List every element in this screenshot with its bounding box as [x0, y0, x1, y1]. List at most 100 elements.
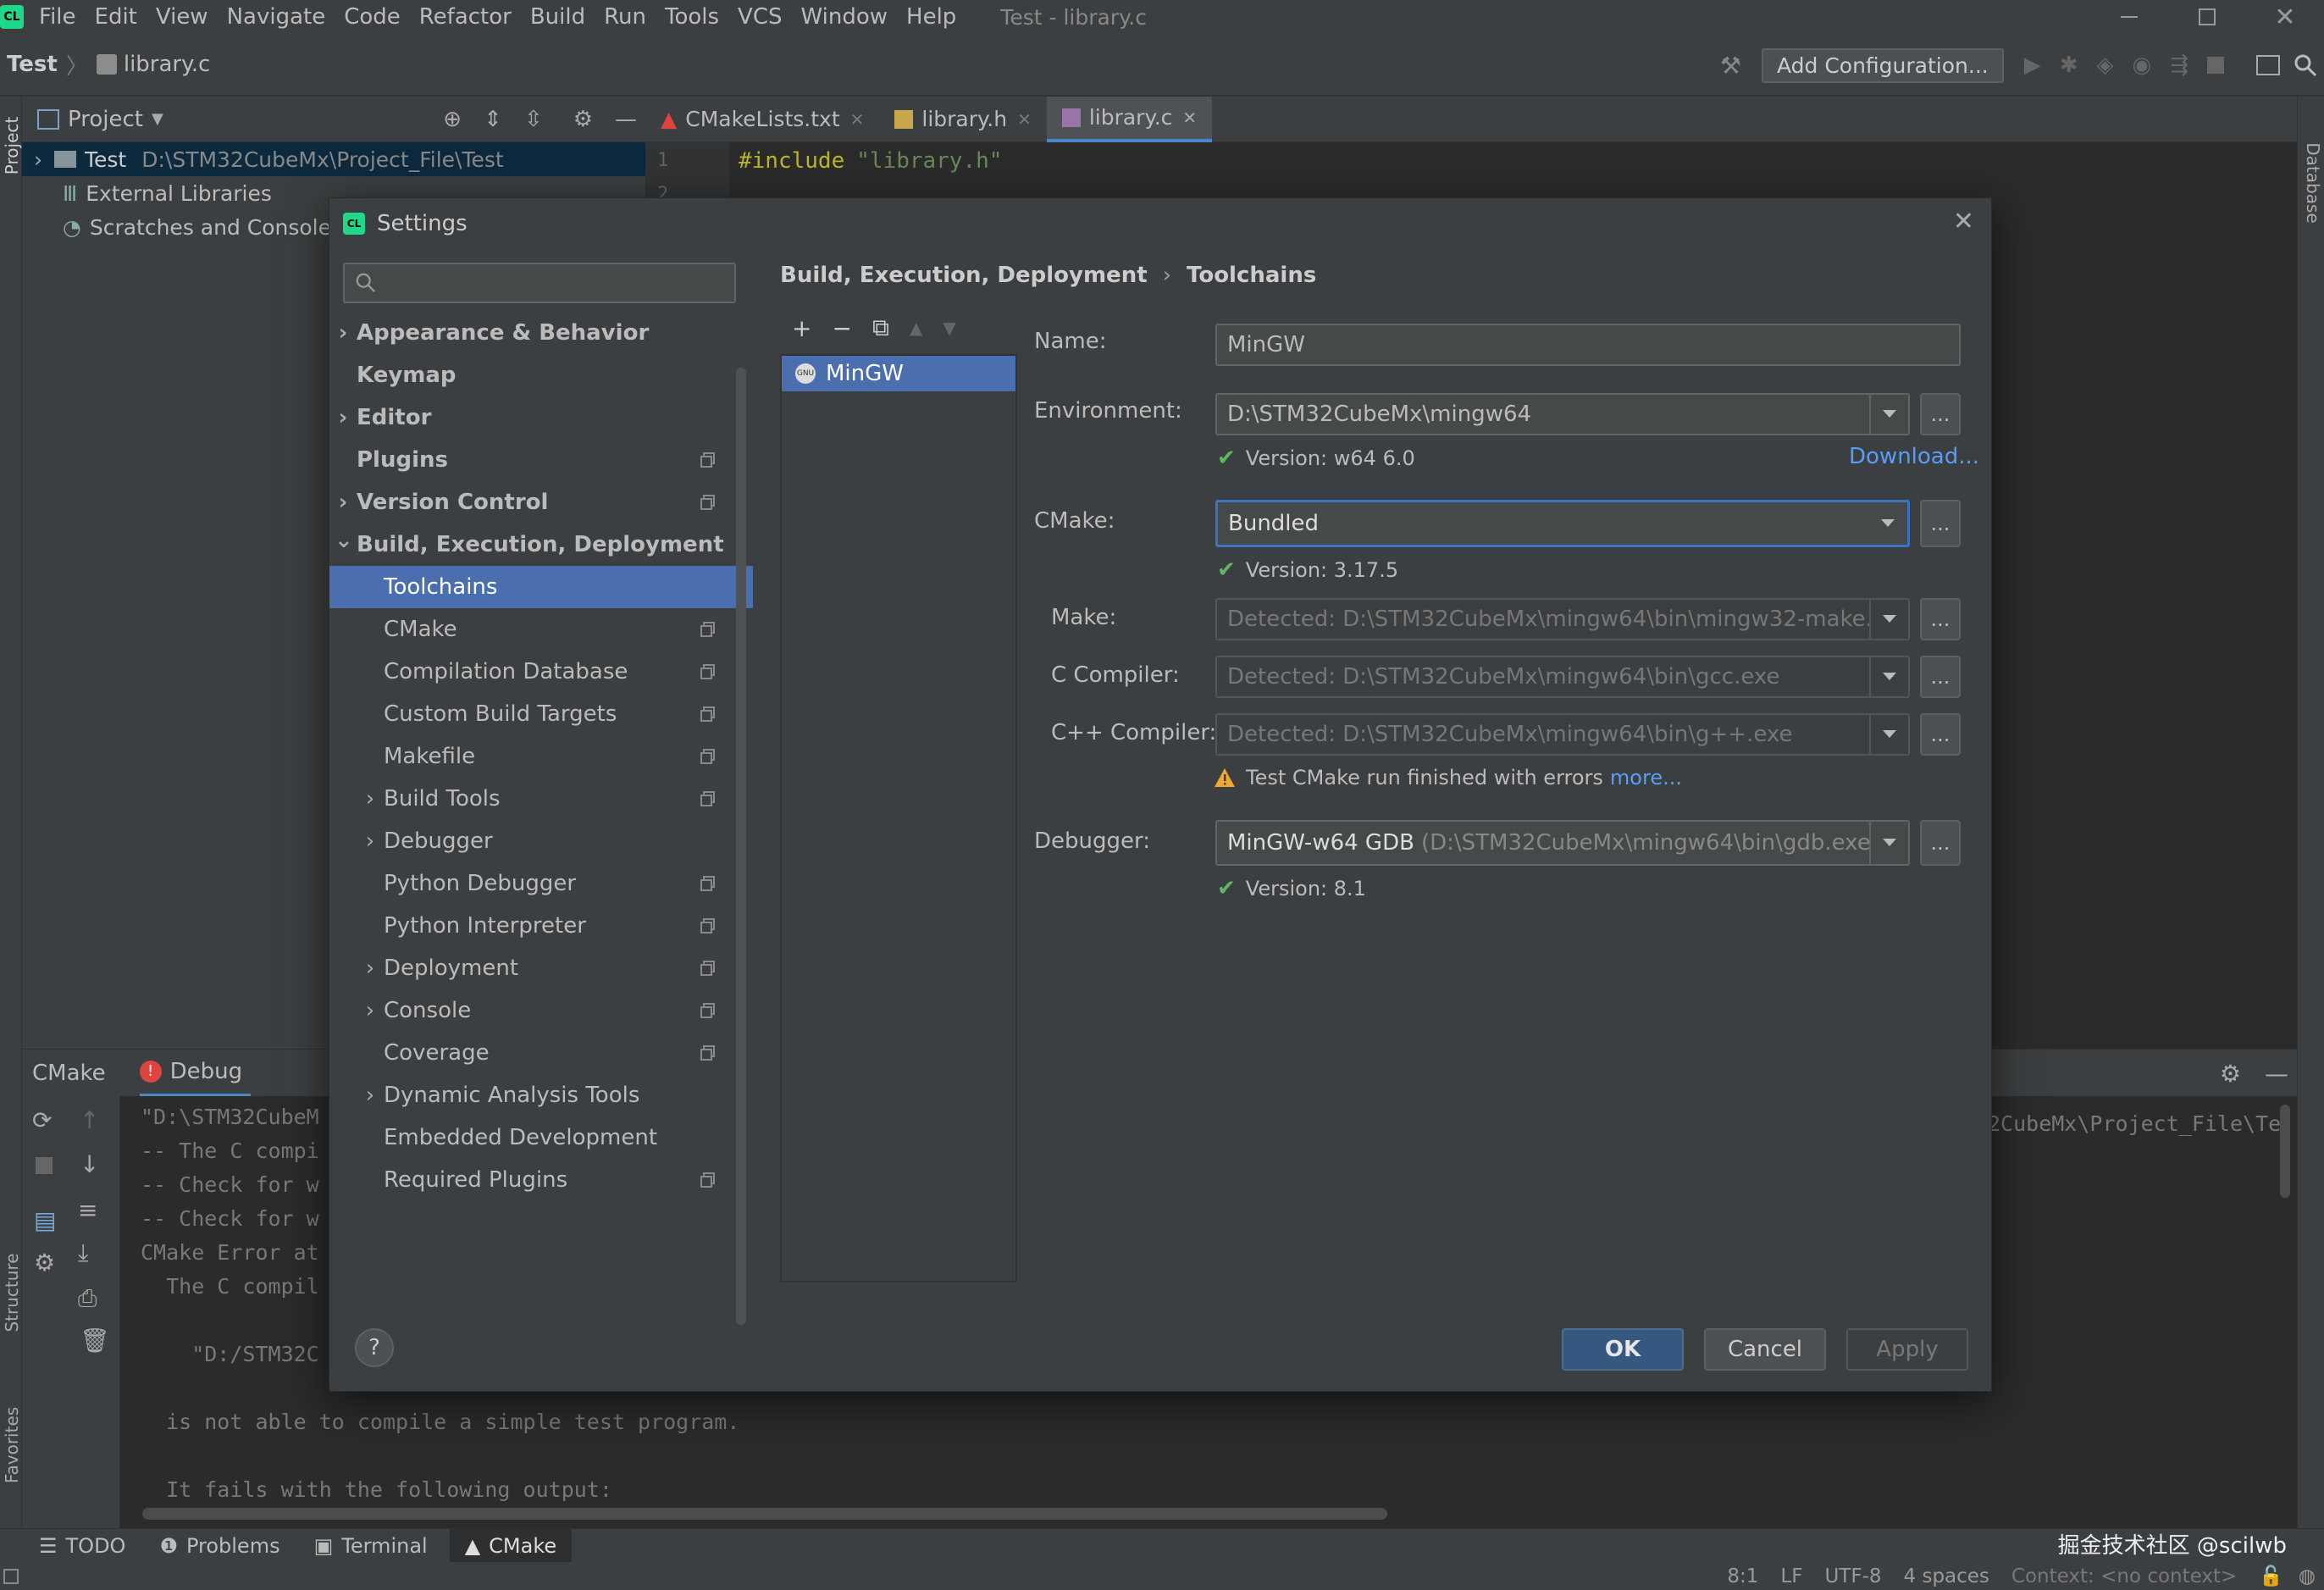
line-separator[interactable]: LF [1780, 1565, 1802, 1587]
chevron-down-icon[interactable] [1869, 715, 1908, 754]
side-tab-favorites[interactable]: Favorites [2, 1394, 22, 1496]
chevron-right-icon[interactable]: › [362, 828, 379, 854]
search-everywhere-icon[interactable] [2294, 53, 2317, 77]
tool-tab-cmake[interactable]: CMake [32, 1061, 106, 1086]
chevron-right-icon[interactable]: › [362, 1083, 379, 1108]
side-tab-structure[interactable]: Structure [2, 1242, 22, 1343]
download-link[interactable]: Download... [1849, 444, 1979, 469]
settings-nav-version-control[interactable]: › Version Control [329, 481, 753, 524]
console-scrollbar[interactable] [142, 1508, 1387, 1520]
profile-icon[interactable]: ◉ [2133, 53, 2152, 78]
menu-run[interactable]: Run [604, 4, 646, 30]
settings-nav-coverage[interactable]: Coverage [329, 1032, 753, 1074]
tab-cmakelists[interactable]: ▲ CMakeLists.txt ✕ [645, 97, 879, 142]
toolchain-item-mingw[interactable]: GNU MinGW [782, 356, 1015, 391]
menu-help[interactable]: Help [906, 4, 956, 30]
chevron-down-icon[interactable] [1869, 657, 1908, 696]
menu-refactor[interactable]: Refactor [419, 4, 512, 30]
c-compiler-select[interactable]: Detected: D:\STM32CubeMx\mingw64\bin\gcc… [1215, 656, 1910, 698]
chevron-right-icon[interactable]: › [335, 405, 351, 430]
tab-library-c[interactable]: library.c ✕ [1046, 96, 1213, 142]
settings-nav-debugger[interactable]: › Debugger [329, 820, 753, 862]
layout-icon[interactable] [2256, 55, 2280, 75]
menu-code[interactable]: Code [344, 4, 401, 30]
chevron-down-icon[interactable] [1869, 822, 1908, 864]
copy-icon[interactable]: ⧉ [872, 313, 889, 342]
settings-nav-custom-build-targets[interactable]: Custom Build Targets [329, 693, 753, 735]
settings-nav-embedded-development[interactable]: Embedded Development [329, 1116, 753, 1159]
gear-icon[interactable]: ⚙ [573, 107, 593, 132]
expand-all-icon[interactable]: ⇕ [484, 107, 502, 132]
breadcrumb-parent[interactable]: Build, Execution, Deployment [780, 263, 1148, 288]
menu-edit[interactable]: Edit [95, 4, 137, 30]
debugger-browse-button[interactable]: ... [1920, 820, 1961, 866]
chevron-down-icon[interactable] [1869, 395, 1908, 434]
tree-item-test[interactable]: › Test D:\STM32CubeMx\Project_File\Test [22, 142, 645, 176]
hide-panel-icon[interactable]: — [615, 107, 637, 132]
menu-navigate[interactable]: Navigate [227, 4, 326, 30]
settings-nav-cmake[interactable]: CMake [329, 608, 753, 651]
gear-icon[interactable]: ⚙ [34, 1249, 55, 1277]
status-left-icon[interactable] [3, 1568, 19, 1584]
settings-nav-python-debugger[interactable]: Python Debugger [329, 862, 753, 905]
soft-wrap-icon[interactable]: ≡ [78, 1196, 97, 1224]
settings-nav-console[interactable]: › Console [329, 989, 753, 1032]
settings-search-input[interactable] [343, 263, 736, 303]
chevron-right-icon[interactable]: › [335, 490, 351, 515]
collapse-all-icon[interactable]: ⇳ [524, 107, 543, 132]
project-view-selector[interactable]: Project [68, 107, 143, 132]
arrow-down-icon[interactable]: ↓ [80, 1150, 99, 1178]
cmake-settings-icon[interactable]: ▤ [34, 1206, 56, 1234]
coverage-icon[interactable]: ◈ [2097, 53, 2114, 78]
settings-nav-toolchains[interactable]: Toolchains [329, 566, 753, 608]
hammer-icon[interactable]: ⚒ [1720, 52, 1741, 80]
side-tab-database[interactable]: Database [2303, 141, 2323, 225]
ok-button[interactable]: OK [1562, 1328, 1684, 1371]
settings-nav-build-execution-deployment[interactable]: ⌄ Build, Execution, Deployment [329, 524, 753, 566]
locate-icon[interactable]: ⊕ [443, 107, 462, 132]
side-tab-project[interactable]: Project [2, 112, 22, 180]
trash-icon[interactable]: 🗑 [80, 1327, 110, 1355]
chevron-down-icon[interactable] [1868, 502, 1907, 545]
context-selector[interactable]: Context: <no context> [2011, 1565, 2237, 1587]
run-icon[interactable]: ▶ [2024, 53, 2041, 78]
close-tab-icon[interactable]: ✕ [850, 109, 865, 130]
breadcrumb-project[interactable]: Test [7, 52, 58, 77]
print-icon[interactable]: ⎙ [78, 1284, 97, 1313]
close-window-icon[interactable]: ✕ [2246, 3, 2324, 32]
menu-file[interactable]: File [39, 4, 76, 30]
bottom-tab-problems[interactable]: ❶ Problems [159, 1534, 279, 1558]
warning-more-link[interactable]: more... [1610, 766, 1682, 789]
menu-window[interactable]: Window [801, 4, 888, 30]
bottom-tab-terminal[interactable]: ▣ Terminal [314, 1534, 428, 1558]
inspection-icon[interactable]: ◍ [2299, 1565, 2316, 1587]
chevron-right-icon[interactable]: › [362, 998, 379, 1023]
move-up-icon[interactable]: ▲ [910, 318, 922, 338]
remove-icon[interactable]: − [832, 314, 851, 342]
c-compiler-browse-button[interactable]: ... [1920, 656, 1961, 698]
menu-tools[interactable]: Tools [665, 4, 719, 30]
stop-icon[interactable] [2207, 57, 2224, 74]
chevron-down-icon[interactable] [1869, 600, 1908, 639]
menu-view[interactable]: View [156, 4, 208, 30]
minimize-icon[interactable] [2090, 16, 2168, 18]
tab-library-h[interactable]: library.h ✕ [879, 97, 1046, 142]
move-down-icon[interactable]: ▼ [943, 318, 955, 338]
add-icon[interactable]: + [792, 314, 811, 342]
close-tab-icon[interactable]: ✕ [1182, 108, 1197, 128]
chevron-right-icon[interactable]: › [34, 147, 42, 172]
menu-build[interactable]: Build [530, 4, 585, 30]
reload-icon[interactable]: ⟳ [32, 1106, 52, 1134]
menu-vcs[interactable]: VCS [738, 4, 782, 30]
chevron-down-icon[interactable]: ⌄ [335, 528, 353, 553]
settings-nav-build-tools[interactable]: › Build Tools [329, 778, 753, 820]
console-vscrollbar[interactable] [2280, 1105, 2290, 1198]
settings-nav-makefile[interactable]: Makefile [329, 735, 753, 778]
cancel-button[interactable]: Cancel [1704, 1328, 1826, 1371]
chevron-down-icon[interactable]: ▼ [152, 110, 163, 128]
scroll-to-end-icon[interactable]: ⤓ [78, 1238, 88, 1267]
bottom-tab-todo[interactable]: ☰ TODO [39, 1534, 125, 1558]
environment-browse-button[interactable]: ... [1920, 393, 1961, 435]
settings-nav-dynamic-analysis-tools[interactable]: › Dynamic Analysis Tools [329, 1074, 753, 1116]
breadcrumb-file[interactable]: library.c [124, 52, 211, 77]
